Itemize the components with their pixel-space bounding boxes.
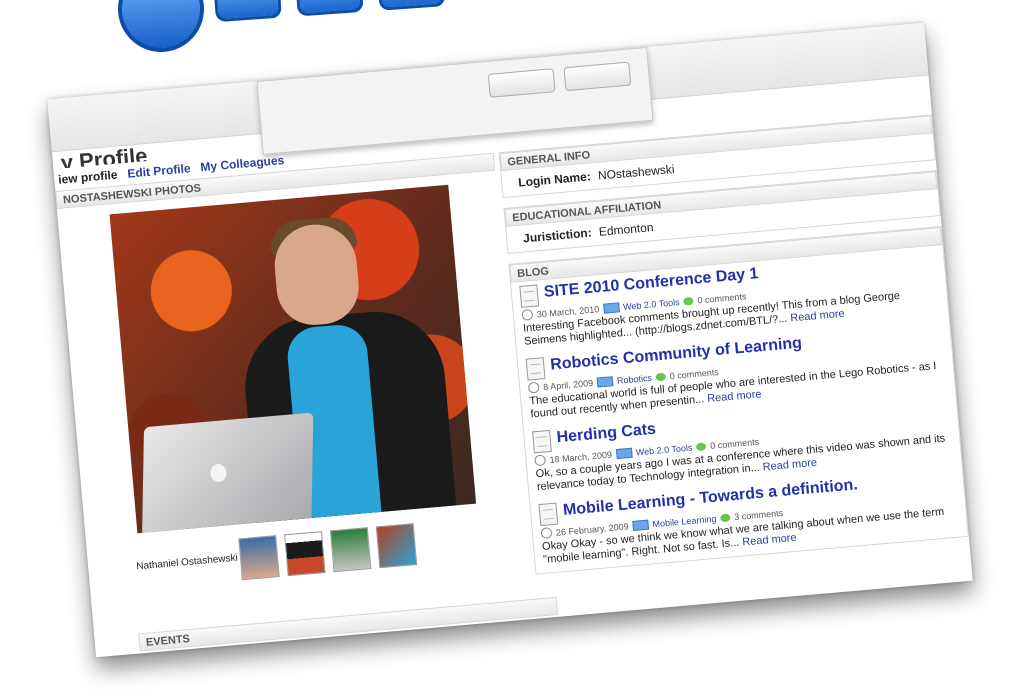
document-icon <box>519 284 540 308</box>
tab-edit-profile[interactable]: Edit Profile <box>127 161 191 180</box>
photo-thumbnail-3[interactable] <box>329 527 372 573</box>
category-icon <box>596 375 614 388</box>
tab-view-profile[interactable]: iew profile <box>58 168 118 187</box>
document-icon <box>532 429 552 454</box>
category-icon <box>632 519 649 531</box>
photo-caption: Nathaniel Ostashewski <box>135 552 239 573</box>
category-icon <box>602 301 620 314</box>
events-header: EVENTS <box>138 596 559 652</box>
login-name-value: NOstashewski <box>597 162 676 183</box>
clock-icon <box>540 527 553 540</box>
blog-box: BLOG SITE 2010 Conference Day 1 30 March… <box>508 225 969 575</box>
photo-thumbnail-4[interactable] <box>375 523 418 569</box>
comment-bubble-icon <box>655 372 667 381</box>
login-name-label: Login Name: <box>517 169 592 190</box>
document-icon <box>538 502 559 527</box>
profile-photo[interactable] <box>109 184 477 534</box>
document-icon <box>525 357 546 381</box>
photo-thumbnail-2[interactable] <box>284 531 326 577</box>
profile-page-card: y Profile iew profile Edit Profile My Co… <box>47 22 973 658</box>
overlay-dialog <box>256 46 654 155</box>
comment-bubble-icon <box>719 512 731 522</box>
comment-bubble-icon <box>683 296 694 306</box>
dialog-button-2[interactable] <box>563 61 632 92</box>
blog-post-title[interactable]: Herding Cats <box>556 421 657 448</box>
clock-icon <box>521 308 534 321</box>
category-icon <box>615 447 633 459</box>
laptop-image <box>142 412 314 534</box>
photos-panel: NOSTASHEWSKI PHOTOS Nathaniel Ostashewsk… <box>55 152 559 658</box>
jurisdiction-label: Juristiction: <box>522 225 593 246</box>
photo-thumbnails <box>238 523 418 581</box>
clock-icon <box>527 381 540 394</box>
comment-bubble-icon <box>695 441 707 451</box>
photo-thumbnail-1[interactable] <box>238 535 280 581</box>
dialog-button-1[interactable] <box>487 68 556 98</box>
site-logo-fragment <box>108 0 446 55</box>
blog-post-category[interactable]: Robotics <box>617 372 653 385</box>
info-panel: GENERAL INFO Login Name: NOstashewski ED… <box>498 114 973 618</box>
clock-icon <box>534 454 547 467</box>
jurisdiction-value: Edmonton <box>598 220 655 239</box>
